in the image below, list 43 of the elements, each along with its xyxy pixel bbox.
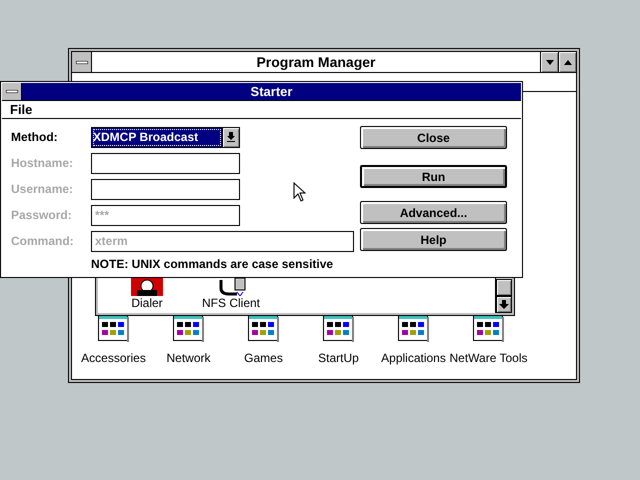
figure-icon[interactable] xyxy=(131,278,163,296)
down-arrow-icon xyxy=(499,300,509,309)
scroll-down-button[interactable] xyxy=(496,296,512,313)
program-group-icon[interactable] xyxy=(98,315,130,343)
up-triangle-icon xyxy=(564,60,572,64)
mouse-pointer-icon xyxy=(293,182,306,203)
icon-label: Accessories xyxy=(81,351,146,365)
program-group-icon[interactable] xyxy=(322,315,354,343)
field-label: Hostname: xyxy=(11,155,74,172)
dialog-button[interactable]: Run xyxy=(360,165,507,188)
dialog-button[interactable]: Close xyxy=(360,126,507,149)
maximize-button[interactable] xyxy=(558,52,576,72)
icon-label: Games xyxy=(244,351,283,365)
window-title: Program Manager xyxy=(255,53,377,72)
dropdown-button[interactable] xyxy=(222,128,239,146)
down-triangle-icon xyxy=(546,60,554,64)
icon-label: Applications xyxy=(381,351,446,365)
dialog-button[interactable]: Advanced... xyxy=(360,201,507,224)
dialog-button[interactable]: Help xyxy=(360,228,507,251)
field-label: Method: xyxy=(11,129,59,146)
dash-icon xyxy=(76,60,88,64)
program-group-icon[interactable] xyxy=(472,315,504,343)
down-arrow-icon xyxy=(227,132,235,142)
dash-icon xyxy=(6,90,18,93)
method-dropdown[interactable]: XDMCP Broadcast xyxy=(91,126,240,148)
minimize-button[interactable] xyxy=(540,52,558,72)
note-text: NOTE: UNIX commands are case sensitive xyxy=(90,256,334,273)
icon-label: NetWare Tools xyxy=(449,351,528,365)
field-label: Command: xyxy=(11,233,75,250)
menu-item[interactable]: File xyxy=(10,102,32,117)
field-label: Username: xyxy=(11,181,74,198)
icon-label: Network xyxy=(166,351,210,365)
icon-label: Dialer xyxy=(131,296,163,310)
icon-label: StartUp xyxy=(318,351,359,365)
icon-label: NFS Client xyxy=(202,296,260,310)
system-menu-button[interactable] xyxy=(72,52,92,72)
scroll-thumb[interactable] xyxy=(496,279,512,296)
program-group-icon[interactable] xyxy=(172,315,204,343)
program-group-icon[interactable] xyxy=(248,315,280,343)
program-group-icon[interactable] xyxy=(398,315,430,343)
field-label: Password: xyxy=(11,207,73,224)
window-title: Starter xyxy=(22,83,521,100)
system-menu-button[interactable] xyxy=(2,83,22,100)
